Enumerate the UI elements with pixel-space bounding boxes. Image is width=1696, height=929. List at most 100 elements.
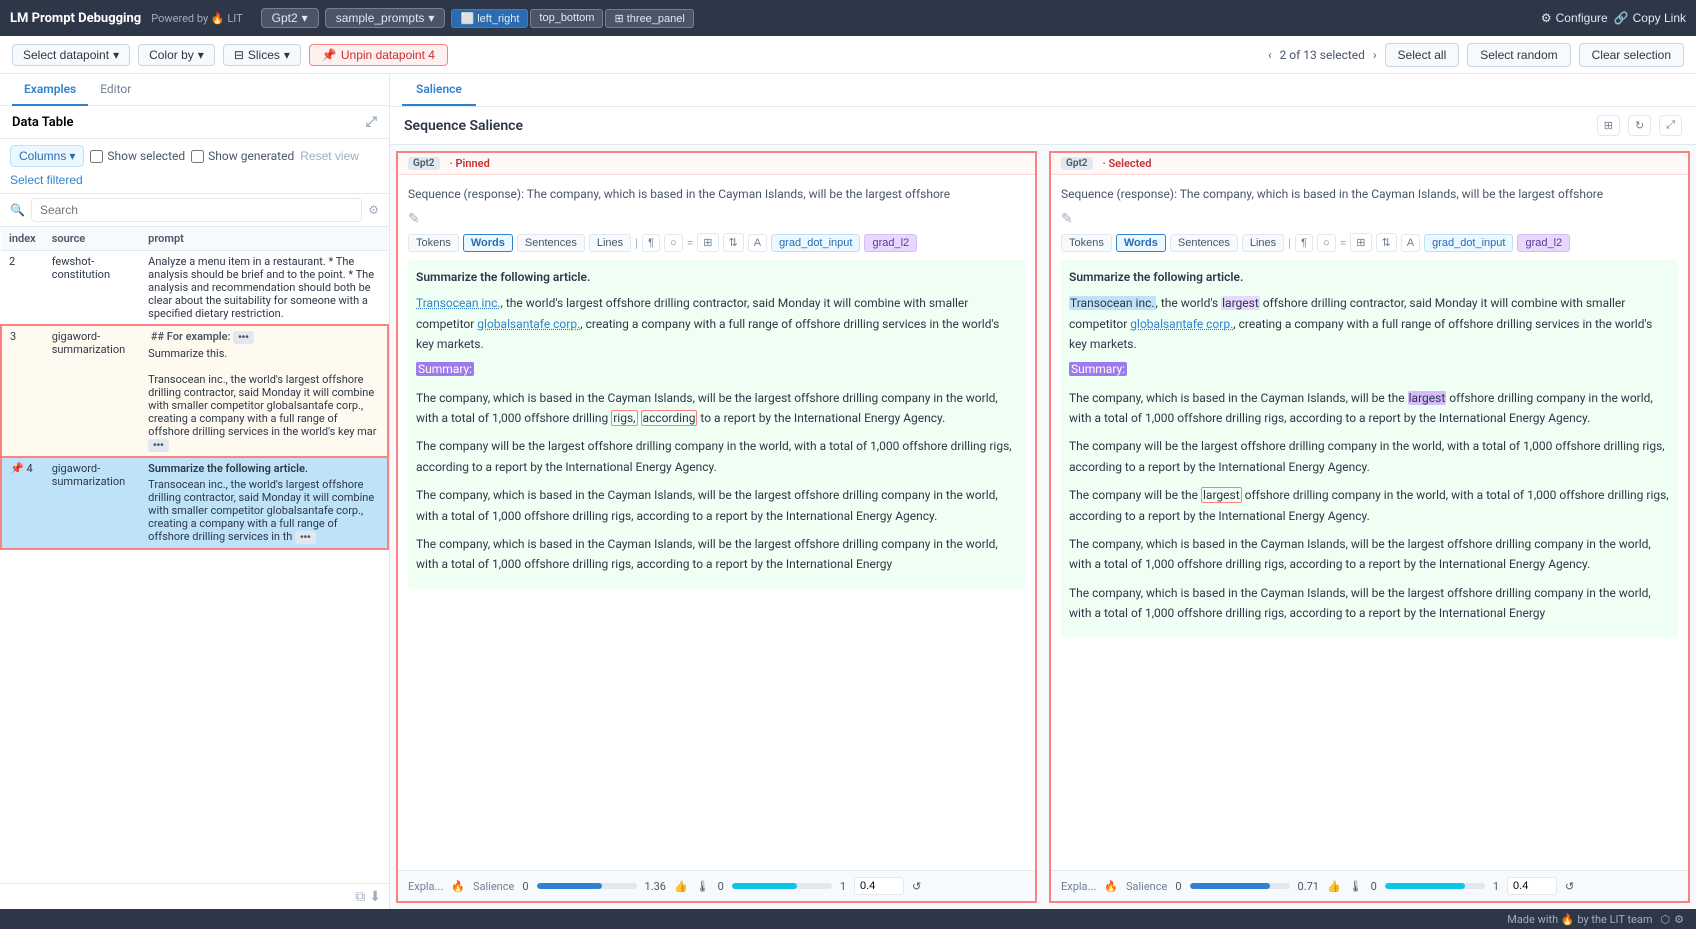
- token-icon-1d[interactable]: ⇅: [723, 233, 744, 252]
- grad-input-btn-2[interactable]: grad_dot_input: [1424, 234, 1513, 252]
- show-generated-text: Show generated: [208, 149, 294, 163]
- sal-input-2[interactable]: [1507, 877, 1557, 895]
- copy-link-btn[interactable]: 🔗 Copy Link: [1614, 11, 1686, 25]
- edit-icon-2[interactable]: ✎: [1061, 211, 1678, 227]
- grad-l2-btn-2[interactable]: grad_l2: [1517, 234, 1570, 252]
- refresh-icon-1[interactable]: ↺: [912, 880, 921, 893]
- settings-icon[interactable]: ⚙: [1674, 913, 1684, 926]
- sal-input-1[interactable]: [854, 877, 904, 895]
- search-reset-btn[interactable]: ⚙: [368, 203, 379, 217]
- largest-highlight-2: largest: [1408, 391, 1447, 405]
- table-row[interactable]: 📌 4 gigaword-summarization Summarize the…: [1, 457, 388, 549]
- col-header-source[interactable]: source: [44, 227, 140, 251]
- right-panel: Salience Sequence Salience ⊞ ↻ ⤢ Gpt2 · …: [390, 74, 1696, 909]
- show-generated-label[interactable]: Show generated: [191, 149, 294, 163]
- show-generated-checkbox[interactable]: [191, 150, 204, 163]
- token-icon-2a[interactable]: ¶: [1295, 234, 1313, 252]
- row-source: gigaword-summarization: [44, 457, 140, 549]
- col-header-prompt[interactable]: prompt: [140, 227, 388, 251]
- footer-salience-label-2: Salience: [1126, 880, 1167, 893]
- tab-editor[interactable]: Editor: [88, 74, 143, 106]
- token-icon-1e[interactable]: A: [748, 234, 767, 252]
- overflow-dots-btn[interactable]: •••: [233, 331, 254, 344]
- top-nav: LM Prompt Debugging Powered by 🔥 LIT Gpt…: [0, 0, 1696, 36]
- response-body-1a: The company, which is based in the Cayma…: [416, 388, 1017, 429]
- grad-l2-btn-1[interactable]: grad_l2: [864, 234, 917, 252]
- grad-input-btn-1[interactable]: grad_dot_input: [771, 234, 860, 252]
- show-selected-checkbox[interactable]: [90, 150, 103, 163]
- words-btn-2[interactable]: Words: [1116, 234, 1166, 252]
- copy-table-btn[interactable]: ⧉: [355, 888, 365, 905]
- summary-highlight-2: Summary:: [1069, 362, 1127, 376]
- columns-btn[interactable]: Columns ▾: [10, 145, 84, 167]
- tab-examples[interactable]: Examples: [12, 74, 88, 106]
- dataset-dropdown-arrow: ▾: [428, 11, 434, 25]
- token-icon-2b[interactable]: ○: [1317, 234, 1336, 252]
- overflow-dots-btn-2[interactable]: •••: [148, 439, 169, 452]
- configure-btn[interactable]: ⚙ Configure: [1541, 11, 1608, 25]
- edit-icon-1[interactable]: ✎: [408, 211, 1025, 227]
- token-icon-2e[interactable]: A: [1401, 234, 1420, 252]
- model-selector-btn[interactable]: Gpt2 ▾: [261, 8, 319, 28]
- fire-icon: 🔥: [1561, 913, 1575, 926]
- tokens-btn-1[interactable]: Tokens: [408, 234, 459, 252]
- refresh-icon-2[interactable]: ↺: [1565, 880, 1574, 893]
- expand-icon[interactable]: ⤢: [366, 114, 377, 130]
- tokens-btn-2[interactable]: Tokens: [1061, 234, 1112, 252]
- download-table-btn[interactable]: ⬇: [369, 888, 381, 905]
- sentences-btn-2[interactable]: Sentences: [1170, 234, 1238, 252]
- table-row[interactable]: 3 gigaword-summarization ## For example:…: [1, 325, 388, 457]
- token-icon-1b[interactable]: ○: [664, 234, 683, 252]
- thumbsup-icon-2[interactable]: 👍: [1327, 880, 1341, 893]
- fullscreen-btn[interactable]: ⤢: [1659, 115, 1682, 136]
- select-datapoint-btn[interactable]: Select datapoint ▾: [12, 44, 130, 66]
- sal-progress-fill-4: [1385, 883, 1465, 889]
- search-input[interactable]: [31, 198, 362, 222]
- overflow-dots-btn-3[interactable]: •••: [295, 531, 316, 544]
- lines-btn-2[interactable]: Lines: [1242, 234, 1284, 252]
- row-prompt-text: Transocean inc., the world's largest off…: [148, 478, 374, 543]
- dataset-selector-label: sample_prompts: [336, 11, 425, 25]
- grid-view-btn[interactable]: ⊞: [1597, 115, 1620, 136]
- token-icon-2d[interactable]: ⇅: [1376, 233, 1397, 252]
- color-by-btn[interactable]: Color by ▾: [138, 44, 215, 66]
- chevron-down-icon: ▾: [113, 48, 119, 62]
- sentences-btn-1[interactable]: Sentences: [517, 234, 585, 252]
- dataset-selector-btn[interactable]: sample_prompts ▾: [325, 8, 446, 28]
- layout-top-bottom-btn[interactable]: top_bottom: [530, 9, 603, 28]
- words-btn-1[interactable]: Words: [463, 234, 513, 252]
- according-word: according: [641, 410, 698, 426]
- table-row[interactable]: 2 fewshot-constitution Analyze a menu it…: [1, 251, 388, 326]
- clear-selection-btn[interactable]: Clear selection: [1579, 43, 1684, 67]
- github-icon[interactable]: ⬡: [1661, 913, 1671, 926]
- token-icon-1a[interactable]: ¶: [642, 234, 660, 252]
- article-text-2: Transocean inc., the world's largest off…: [1069, 293, 1670, 354]
- model-selector-label: Gpt2: [272, 11, 298, 25]
- token-icon-2c[interactable]: ⊞: [1350, 233, 1371, 252]
- left-panel: Examples Editor Data Table ⤢ Columns ▾ S…: [0, 74, 390, 909]
- columns-chevron-icon: ▾: [69, 149, 75, 163]
- layout-three-panel-btn[interactable]: ⊞ three_panel: [605, 9, 693, 28]
- select-random-btn[interactable]: Select random: [1467, 43, 1570, 67]
- show-selected-label[interactable]: Show selected: [90, 149, 185, 163]
- lines-btn-1[interactable]: Lines: [589, 234, 631, 252]
- token-icon-1c[interactable]: ⊞: [697, 233, 718, 252]
- layout-left-right-btn[interactable]: ⬜ left_right: [451, 9, 528, 28]
- row-source-text: gigaword-summarization: [52, 330, 125, 356]
- select-all-btn[interactable]: Select all: [1385, 43, 1460, 67]
- footer-salience-val-1: 0: [522, 880, 528, 893]
- tab-salience[interactable]: Salience: [402, 74, 476, 106]
- response-body-2e: The company, which is based in the Cayma…: [1069, 583, 1670, 624]
- sal-progress-3: [1190, 883, 1290, 889]
- col-header-index[interactable]: index: [1, 227, 44, 251]
- reset-view-btn[interactable]: Reset view: [300, 149, 359, 163]
- response-label-2: Sequence (response): The company, which …: [1061, 185, 1678, 203]
- main-layout: Examples Editor Data Table ⤢ Columns ▾ S…: [0, 74, 1696, 909]
- unpin-datapoint-btn[interactable]: 📌 Unpin datapoint 4: [309, 44, 448, 66]
- thumbsup-icon-1[interactable]: 👍: [674, 880, 688, 893]
- refresh-btn[interactable]: ↻: [1628, 115, 1651, 136]
- slices-btn[interactable]: ⊟ Slices ▾: [223, 44, 301, 66]
- select-filtered-btn[interactable]: Select filtered: [10, 173, 83, 187]
- chevron-right-icon[interactable]: ›: [1373, 48, 1377, 62]
- chevron-left-icon[interactable]: ‹: [1268, 48, 1272, 62]
